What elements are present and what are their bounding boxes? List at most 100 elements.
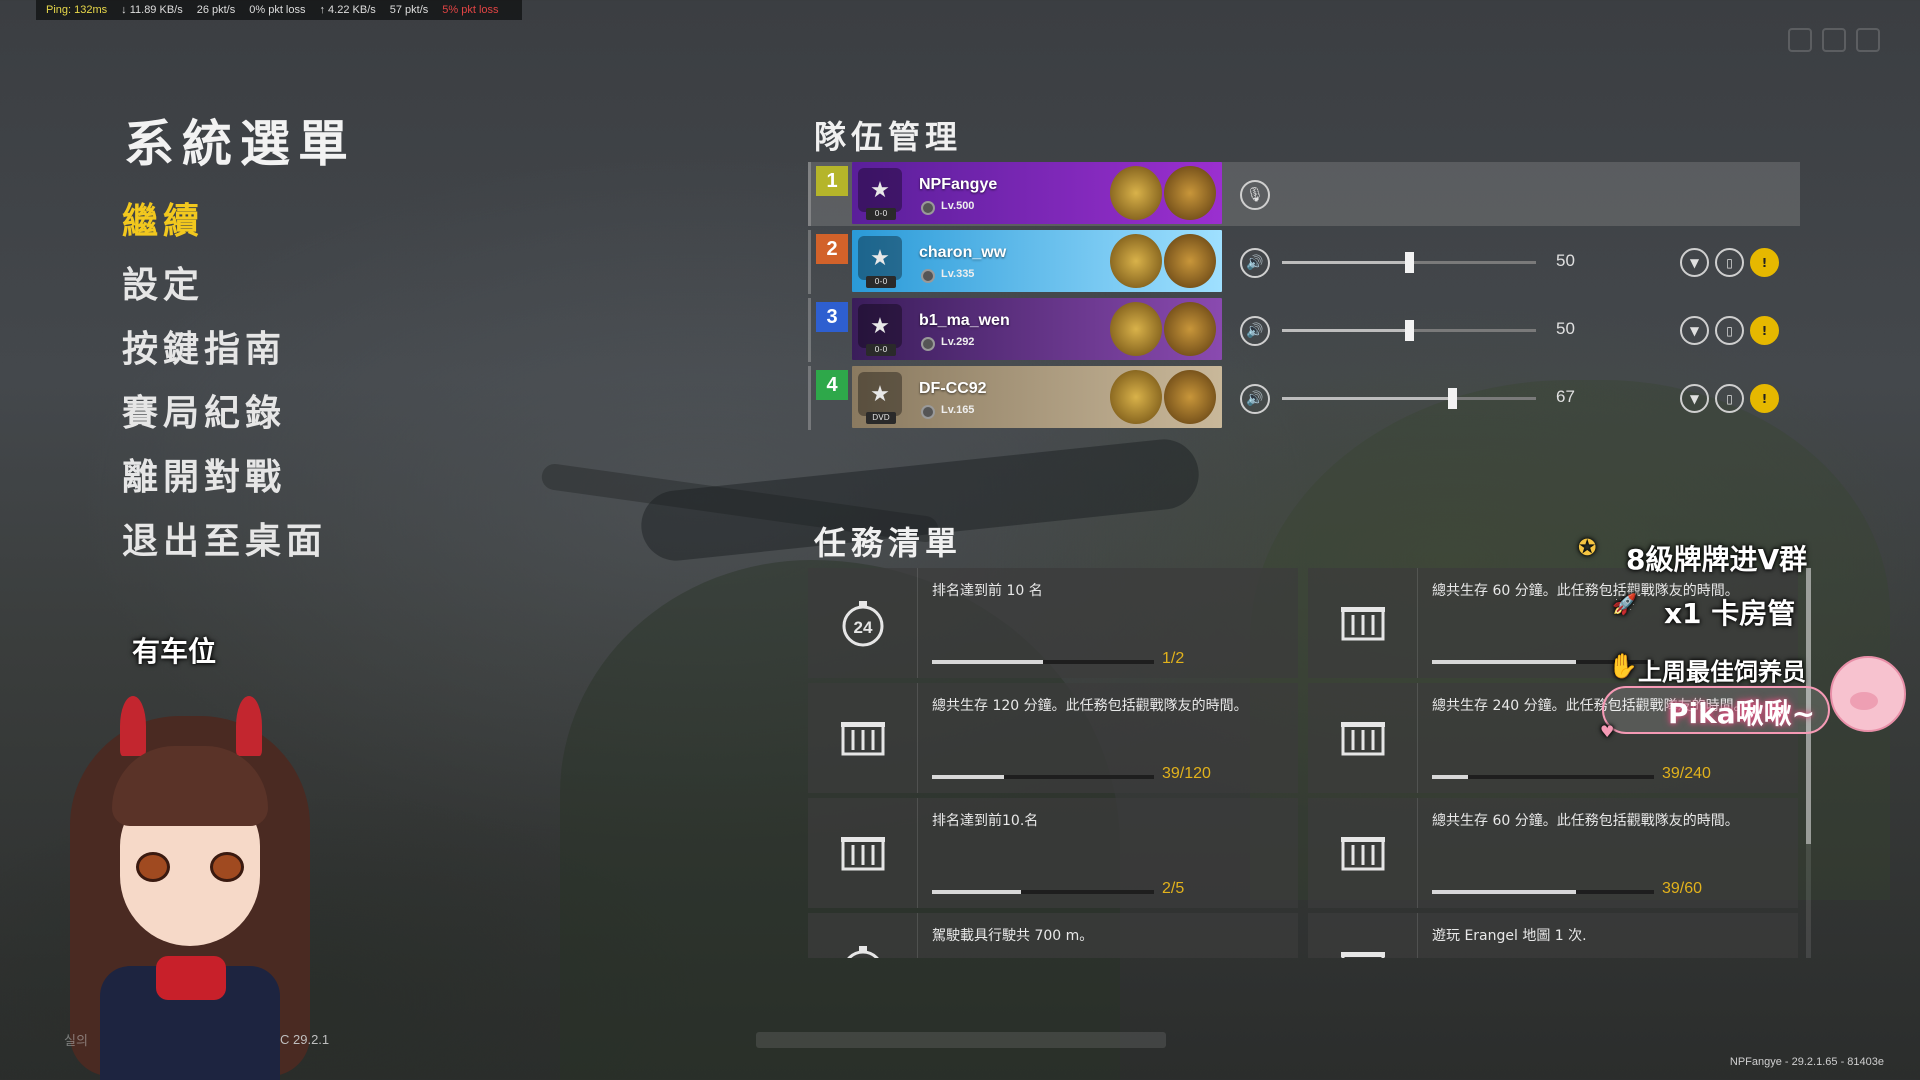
team-management-title: 隊伍管理 (814, 118, 963, 156)
overlay-seat-text: 有车位 (132, 635, 217, 668)
network-stats-bar: Ping: 132ms ↓ 11.89 KB/s 26 pkt/s 0% pkt… (36, 0, 522, 20)
volume-thumb[interactable] (1405, 252, 1414, 273)
emblem-icon: ★ (858, 168, 902, 212)
mission-grid: 24 排名達到前 10 名 1/2 總共生存 60 分鐘。此任務包括觀戰隊友的時間。總… (808, 568, 1808, 958)
player-level: Lv.335 (941, 268, 975, 280)
mission-card[interactable]: 總共生存 60 分鐘。此任務包括觀戰隊友的時間。 39/60 (1308, 798, 1798, 908)
overlay-pika-text: Pika啾啾~ (1668, 697, 1816, 730)
slot-number: 1 (816, 166, 848, 196)
player-nameplate[interactable]: ★ 0-0 charon_ww Lv.335 (852, 230, 1222, 292)
report-icon[interactable]: ! (1750, 384, 1779, 413)
mark-icon[interactable]: ▼ (1680, 248, 1709, 277)
mission-icon-box (1308, 683, 1418, 793)
level-icon (921, 337, 935, 351)
faint-icon (1856, 28, 1880, 52)
medal-icon (1110, 166, 1162, 220)
mission-text: 駕駛載具行駛共 700 m。 (932, 928, 1094, 944)
overlay-group-text: 8級牌牌进V群 (1626, 543, 1808, 576)
mission-card[interactable]: 24 排名達到前 10 名 1/2 (808, 568, 1298, 678)
mission-progress-text: 2/5 (1162, 880, 1185, 897)
rank-badge: DVD (866, 412, 896, 424)
crate-icon (840, 722, 885, 756)
phone-icon[interactable]: ▯ (1715, 248, 1744, 277)
mission-text: 總共生存 120 分鐘。此任務包括觀戰隊友的時間。 (932, 698, 1248, 714)
mission-list-title: 任務清單 (814, 524, 963, 562)
system-menu-title: 系統選單 (124, 115, 356, 173)
menu-item[interactable]: 離開對戰 (122, 446, 327, 510)
player-nameplate[interactable]: ★ DVD DF-CC92 Lv.165 (852, 366, 1222, 428)
svg-text:24: 24 (853, 618, 872, 637)
upload-packets: 57 pkt/s (389, 4, 429, 16)
mission-card[interactable]: 遊玩 Erangel 地圖 1 次. (1308, 913, 1798, 958)
volume-slider[interactable] (1282, 320, 1536, 341)
emblem-icon: ★ (858, 304, 902, 348)
player-level: Lv.165 (941, 404, 975, 416)
menu-item[interactable]: 按鍵指南 (122, 318, 327, 382)
menu-item[interactable]: 設定 (122, 254, 327, 318)
mark-icon[interactable]: ▼ (1680, 384, 1709, 413)
timer-icon (846, 946, 879, 958)
emblem-icon: ★ (858, 372, 902, 416)
mission-progress-bar (1432, 775, 1654, 779)
slot-number: 2 (816, 234, 848, 264)
player-actions: ▼ ▯! (1680, 384, 1779, 413)
phone-icon[interactable]: ▯ (1715, 384, 1744, 413)
mission-icon-box (808, 683, 918, 793)
volume-slider[interactable] (1282, 388, 1536, 409)
menu-item[interactable]: 賽局紀錄 (122, 382, 327, 446)
mission-icon-box (1308, 568, 1418, 678)
volume-slider[interactable] (1282, 252, 1536, 273)
mission-card[interactable]: 駕駛載具行駛共 700 m。 (808, 913, 1298, 958)
rocket-icon: 🚀 (1612, 592, 1637, 616)
player-name: b1_ma_wen (919, 312, 1010, 329)
microphone-icon[interactable]: 🎙 (1240, 180, 1270, 210)
mission-list[interactable]: 24 排名達到前 10 名 1/2 總共生存 60 分鐘。此任務包括觀戰隊友的時間。總… (808, 568, 1808, 958)
report-icon[interactable]: ! (1750, 316, 1779, 345)
slot-number: 4 (816, 370, 848, 400)
mission-progress-bar (932, 890, 1154, 894)
mission-icon-box (1308, 913, 1418, 958)
bottom-bar (756, 1032, 1166, 1048)
report-icon[interactable]: ! (1750, 248, 1779, 277)
faint-icon (1788, 28, 1812, 52)
player-nameplate[interactable]: ★ 0-0 b1_ma_wen Lv.292 (852, 298, 1222, 360)
mission-icon-box (808, 913, 918, 958)
volume-fill (1282, 329, 1409, 332)
medal-icon (1110, 370, 1162, 424)
mission-progress-bar (932, 660, 1154, 664)
emblem-icon: ★ (858, 236, 902, 280)
volume-thumb[interactable] (1405, 320, 1414, 341)
slot-number: 3 (816, 302, 848, 332)
row-edge (808, 230, 811, 294)
mission-scrollbar[interactable] (1806, 568, 1811, 958)
medal-icon (1110, 302, 1162, 356)
menu-item[interactable]: 退出至桌面 (122, 510, 327, 574)
crate-icon (1340, 952, 1385, 958)
crate-icon (1340, 607, 1385, 641)
faint-icon (1822, 28, 1846, 52)
crate-icon (1340, 722, 1385, 756)
version-left-faint: 실의 (64, 1034, 88, 1049)
mission-progress-text: 1/2 (1162, 650, 1185, 667)
speaker-icon[interactable]: 🔊 (1240, 384, 1270, 414)
upload-loss: 5% pkt loss (442, 4, 499, 16)
player-name: charon_ww (919, 244, 1007, 261)
mission-card[interactable]: 總共生存 120 分鐘。此任務包括觀戰隊友的時間。 39/120 (808, 683, 1298, 793)
volume-value: 67 (1556, 387, 1575, 406)
mark-icon[interactable]: ▼ (1680, 316, 1709, 345)
mission-card[interactable]: 排名達到前10.名 2/5 (808, 798, 1298, 908)
player-level: Lv.500 (941, 200, 975, 212)
medal-icon (1110, 234, 1162, 288)
speaker-icon[interactable]: 🔊 (1240, 316, 1270, 346)
medal-icon (1164, 234, 1216, 288)
heart-icon: ♥ (1600, 722, 1615, 741)
speaker-icon[interactable]: 🔊 (1240, 248, 1270, 278)
phone-icon[interactable]: ▯ (1715, 316, 1744, 345)
mission-progress-fill (932, 660, 1043, 664)
player-nameplate[interactable]: ★ 0-0 NPFangye Lv.500 (852, 162, 1222, 224)
player-actions: ▼ ▯! (1680, 248, 1779, 277)
volume-thumb[interactable] (1448, 388, 1458, 409)
menu-item[interactable]: 繼續 (122, 190, 327, 254)
top-right-icons (1788, 28, 1880, 52)
team-row: 2 ★ 0-0 charon_ww Lv.335 🔊 50 ▼ ▯! (808, 230, 1800, 294)
